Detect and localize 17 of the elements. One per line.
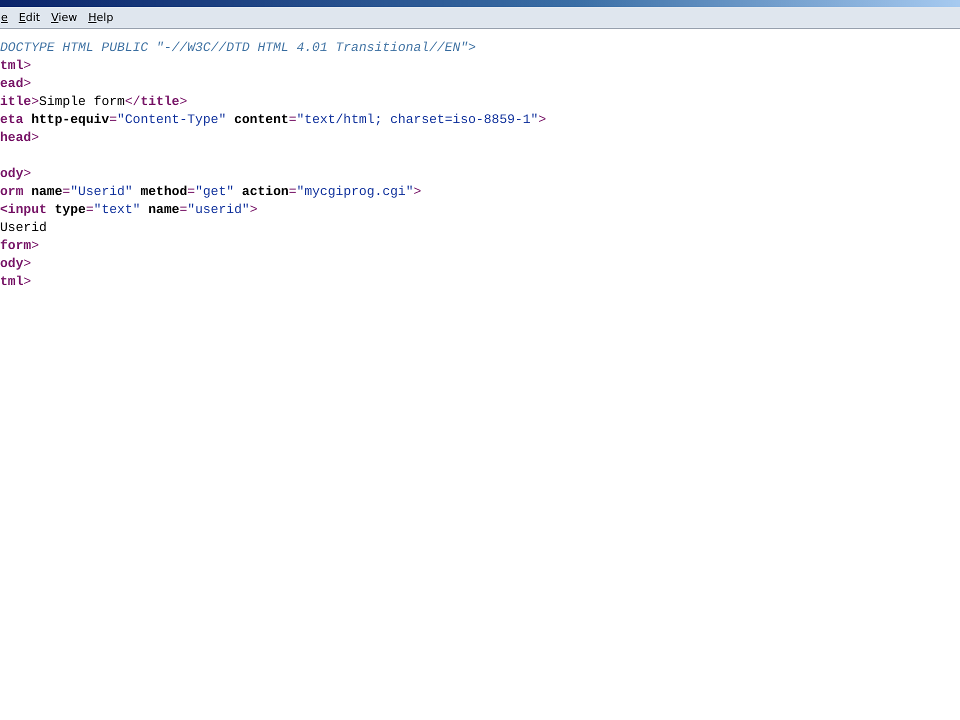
source-code-line: tml> [0,273,32,291]
menu-item[interactable]: e [1,11,8,24]
source-code-line: DOCTYPE HTML PUBLIC "-//W3C//DTD HTML 4.01 Transitional//EN"> [0,39,476,57]
menu-item[interactable]: Help [88,11,114,24]
source-code-line: ody> [0,255,32,273]
source-code-line: ody> [0,165,32,183]
source-code-line: head> [0,129,40,147]
source-code-line: itle>Simple form</title> [0,93,188,111]
menu-item[interactable]: View [51,11,78,24]
source-code-line: ead> [0,75,32,93]
source-code-line: <input type="text" name="userid"> [0,201,258,219]
menu-item[interactable]: Edit [18,11,40,24]
source-code-line: orm name="Userid" method="get" action="mycgiprog.cgi"> [0,183,422,201]
source-code-line: Userid [0,219,47,237]
source-code-line: eta http-equiv="Content-Type" content="text/html; charset=iso-8859-1"> [0,111,546,129]
source-code-line: tml> [0,57,32,75]
source-code-line: form> [0,237,40,255]
